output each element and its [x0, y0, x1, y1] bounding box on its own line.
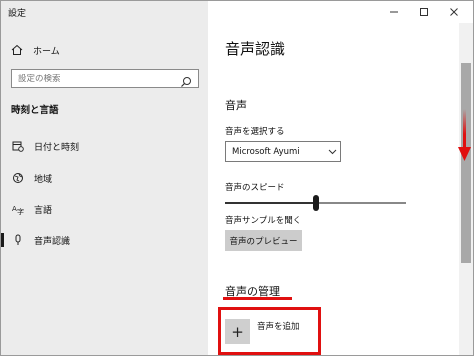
speed-label: 音声のスピード: [225, 183, 285, 193]
minimize-button[interactable]: [379, 3, 409, 21]
close-button[interactable]: [439, 3, 469, 21]
red-arrow-annotation: [458, 109, 471, 161]
voice-select-value: Microsoft Ayumi: [232, 146, 300, 157]
sidebar-item-label: 日付と時刻: [34, 142, 80, 153]
app-title: 設定: [8, 9, 27, 19]
speed-slider[interactable]: [225, 195, 406, 211]
slider-thumb[interactable]: [313, 195, 319, 211]
settings-window: 設定 ホーム 時刻と言語 日付と時刻 地域: [0, 0, 474, 356]
chevron-down-icon: [324, 149, 340, 155]
search-box[interactable]: [11, 69, 199, 88]
language-icon: A字: [11, 202, 25, 216]
nav-home-label: ホーム: [33, 46, 60, 57]
plus-icon: +: [231, 322, 244, 341]
sidebar-item-speech[interactable]: 音声認識: [1, 228, 208, 252]
scrollbar[interactable]: [459, 23, 473, 355]
voice-heading: 音声: [225, 99, 247, 112]
add-voice-button[interactable]: +: [225, 319, 250, 344]
search-input[interactable]: [12, 73, 172, 84]
select-voice-label: 音声を選択する: [225, 127, 285, 137]
globe-icon: [11, 171, 25, 185]
section-title: 時刻と言語: [11, 105, 59, 116]
search-icon[interactable]: [180, 73, 192, 87]
add-voice-label[interactable]: 音声を追加: [257, 320, 300, 332]
sidebar-item-label: 音声認識: [34, 236, 71, 247]
svg-text:字: 字: [17, 207, 24, 215]
red-underline-annotation: [223, 297, 292, 300]
sidebar-item-region[interactable]: 地域: [1, 166, 208, 190]
sidebar: 設定 ホーム 時刻と言語 日付と時刻 地域: [1, 1, 208, 355]
home-icon: [9, 42, 25, 58]
sidebar-item-date-time[interactable]: 日付と時刻: [1, 134, 208, 158]
sidebar-item-language[interactable]: A字 言語: [1, 197, 208, 221]
page-title: 音声認識: [225, 40, 286, 58]
voice-select[interactable]: Microsoft Ayumi: [225, 141, 341, 162]
slider-fill: [225, 202, 313, 204]
calendar-clock-icon: [11, 139, 25, 153]
sidebar-item-label: 地域: [34, 174, 53, 185]
microphone-icon: [11, 233, 25, 247]
window-controls: [379, 3, 469, 21]
main-content: 音声認識 音声 音声を選択する Microsoft Ayumi 音声のスピード …: [208, 1, 473, 355]
active-indicator: [1, 233, 4, 247]
preview-button[interactable]: 音声のプレビュー: [225, 230, 302, 251]
sample-label: 音声サンプルを聞く: [225, 216, 302, 226]
nav-home[interactable]: ホーム: [9, 40, 199, 60]
maximize-button[interactable]: [409, 3, 439, 21]
sidebar-item-label: 言語: [34, 205, 53, 216]
